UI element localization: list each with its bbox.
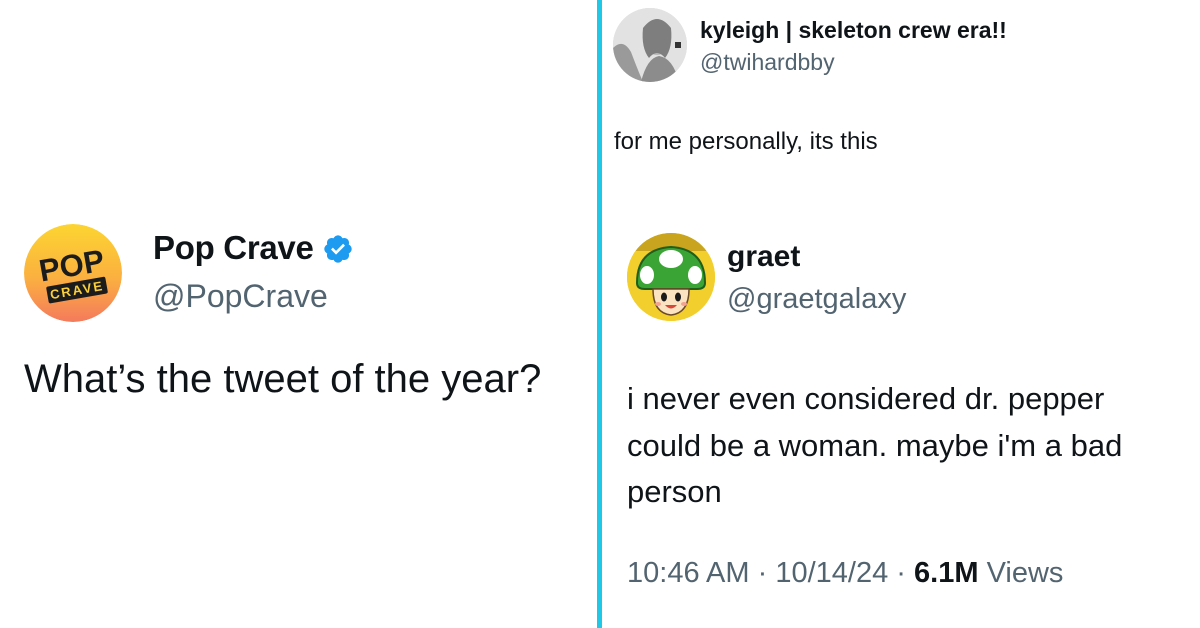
popcrave-display-name[interactable]: Pop Crave xyxy=(153,229,314,267)
tweet-time[interactable]: 10:46 AM xyxy=(627,557,750,589)
kyleigh-avatar[interactable] xyxy=(613,8,687,82)
kyleigh-display-name[interactable]: kyleigh | skeleton crew era!! xyxy=(700,17,1007,44)
popcrave-name-row: Pop Crave xyxy=(153,229,354,267)
views-label: Views xyxy=(986,557,1064,589)
verified-badge-icon xyxy=(323,235,352,263)
popcrave-handle[interactable]: @PopCrave xyxy=(153,278,328,315)
views-count: 6.1M xyxy=(914,557,979,589)
popcrave-tweet-text: What’s the tweet of the year? xyxy=(24,357,542,401)
tweet-date[interactable]: 10/14/24 xyxy=(775,557,888,589)
graet-tweet-text: i never even considered dr. pepper could… xyxy=(627,381,1123,509)
popcrave-logo-icon: POP CRAVE xyxy=(24,224,122,322)
graet-avatar[interactable] xyxy=(627,233,715,321)
mushroom-icon xyxy=(627,233,715,321)
panel-divider xyxy=(597,0,602,628)
tweet-metadata: 10:46 AM · 10/14/24 · 6.1M Views xyxy=(627,557,1063,590)
kyleigh-photo-icon xyxy=(613,8,687,82)
meta-separator: · xyxy=(757,557,768,589)
kyleigh-tweet-text: for me personally, its this xyxy=(614,128,878,155)
graet-display-name[interactable]: graet xyxy=(727,240,800,274)
kyleigh-handle[interactable]: @twihardbby xyxy=(700,49,835,76)
graet-handle[interactable]: @graetgalaxy xyxy=(727,283,906,316)
meta-separator: · xyxy=(896,557,906,589)
popcrave-avatar[interactable]: POP CRAVE xyxy=(24,224,122,322)
